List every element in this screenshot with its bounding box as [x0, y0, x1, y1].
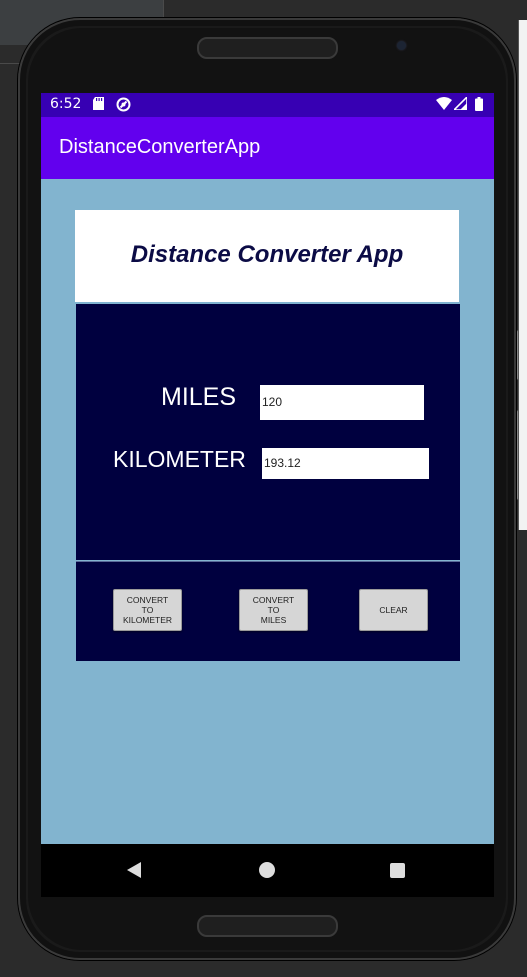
kilometer-label: KILOMETER: [113, 446, 246, 472]
sync-icon: [116, 97, 131, 117]
miles-label: MILES: [161, 383, 237, 411]
header-card: Distance Converter App: [75, 210, 459, 304]
recents-icon[interactable]: [390, 863, 405, 878]
navigation-bar: [41, 844, 494, 897]
status-time: 6:52: [50, 96, 82, 112]
back-icon[interactable]: [127, 862, 141, 878]
earpiece-speaker: [197, 37, 338, 59]
signal-icon: [452, 95, 468, 115]
device-screen: 6:52 DistanceConverterApp Distance Conve…: [41, 93, 494, 897]
wifi-icon: [436, 97, 452, 115]
home-icon[interactable]: [259, 862, 275, 878]
status-bar: 6:52: [41, 93, 494, 117]
converter-panel: MILES 120 KILOMETER 193.12: [76, 304, 460, 560]
bottom-speaker: [197, 915, 338, 937]
ide-side-panel: [518, 20, 527, 530]
app-bar: DistanceConverterApp: [41, 117, 494, 179]
button-panel: CONVERT TO KILOMETER CONVERT TO MILES CL…: [76, 561, 460, 661]
battery-icon: [475, 97, 483, 116]
page-title: Distance Converter App: [130, 241, 404, 268]
convert-to-miles-button[interactable]: CONVERT TO MILES: [239, 589, 308, 631]
clear-button[interactable]: CLEAR: [359, 589, 428, 631]
miles-input[interactable]: 120: [260, 385, 424, 420]
kilometer-input[interactable]: 193.12: [262, 448, 429, 479]
ide-divider: [163, 0, 164, 20]
front-camera: [397, 41, 406, 50]
app-title: DistanceConverterApp: [59, 136, 261, 158]
sd-card-icon: [93, 97, 104, 115]
convert-to-kilometer-button[interactable]: CONVERT TO KILOMETER: [113, 589, 182, 631]
